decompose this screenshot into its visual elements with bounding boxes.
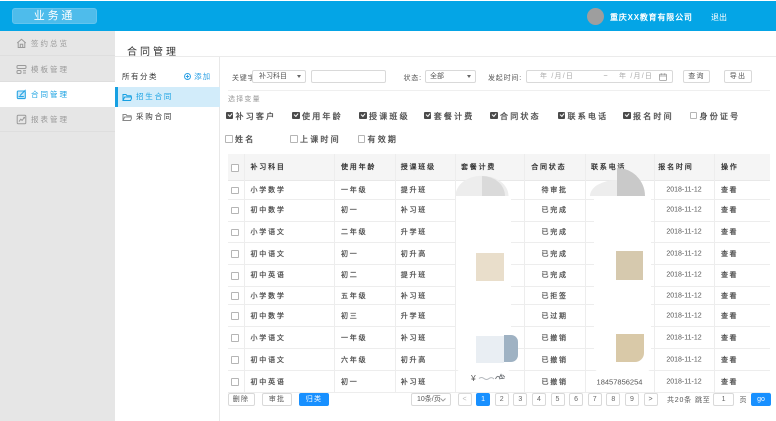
svg-text:¥: ¥ [471,373,476,383]
